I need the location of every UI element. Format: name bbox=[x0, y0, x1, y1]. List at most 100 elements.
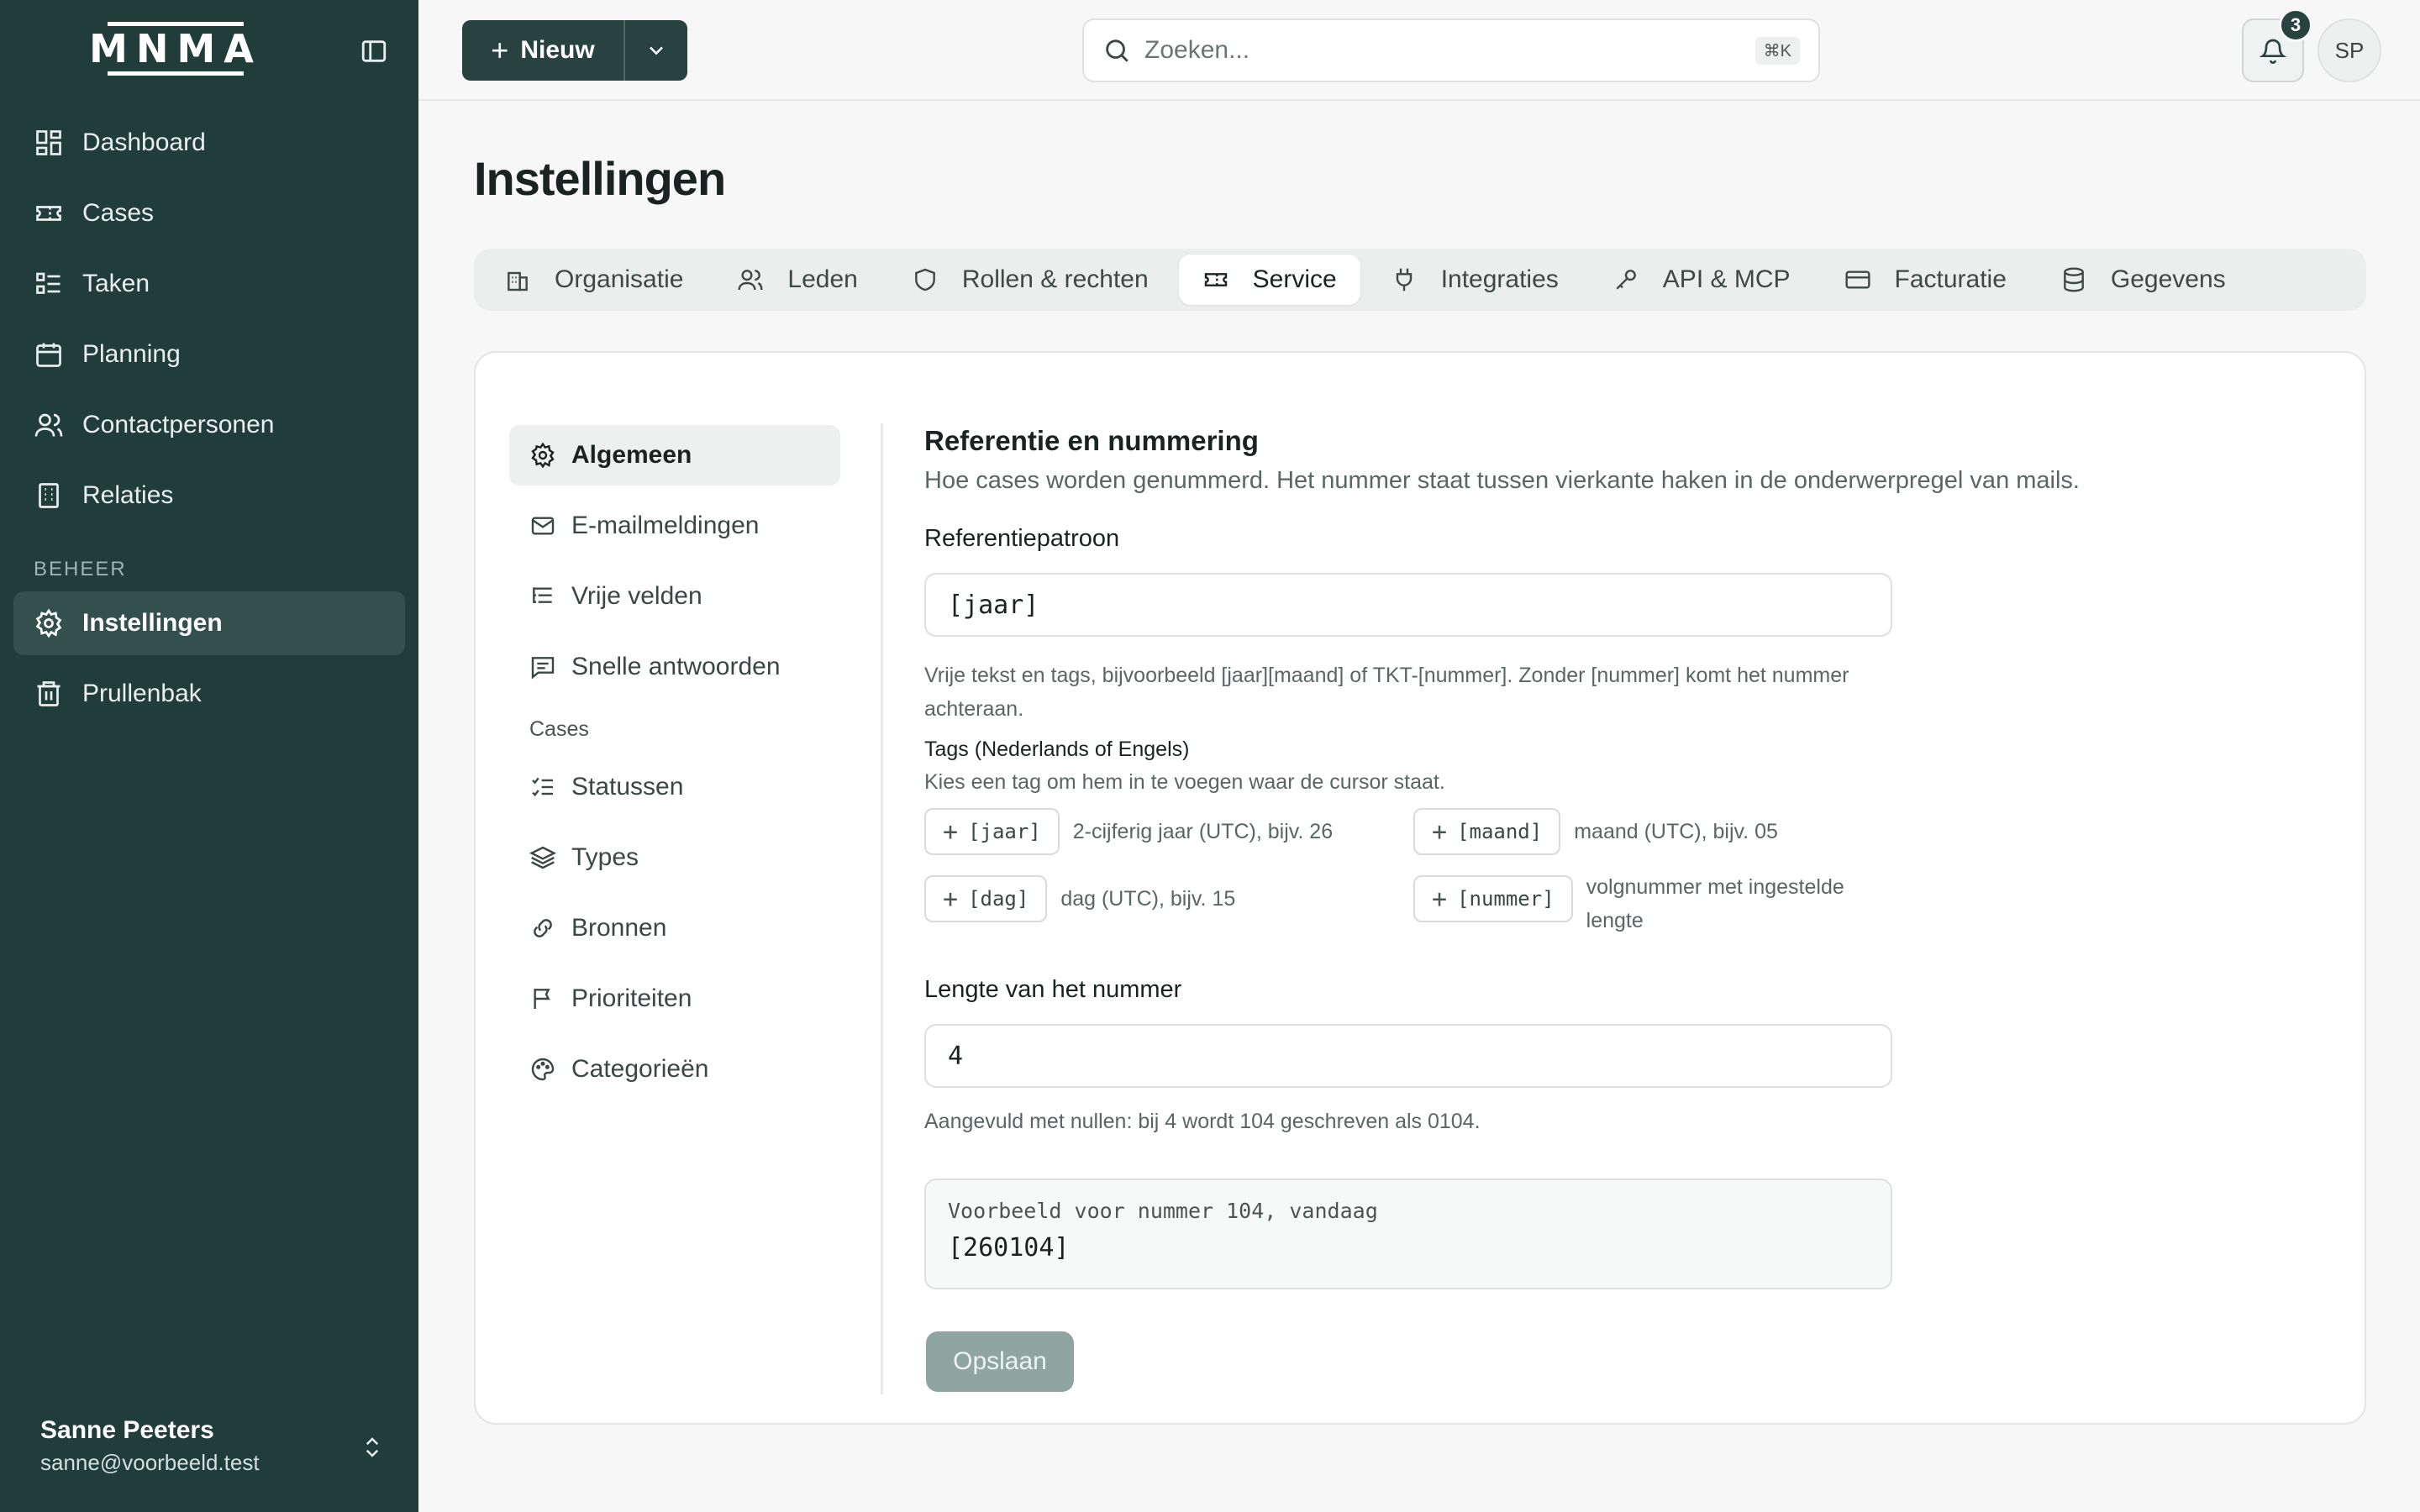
section-description: Hoe cases worden genummerd. Het nummer s… bbox=[924, 467, 2080, 494]
subnav-item-label: Snelle antwoorden bbox=[571, 653, 781, 680]
subnav-item-algemeen[interactable]: Algemeen bbox=[509, 425, 840, 486]
subnav-item-prioriteiten[interactable]: Prioriteiten bbox=[509, 969, 840, 1029]
subnav-item-bronnen[interactable]: Bronnen bbox=[509, 898, 840, 958]
tab-service[interactable]: Service bbox=[1178, 255, 1360, 305]
tab-label: Leden bbox=[787, 265, 858, 293]
avatar[interactable]: SP bbox=[2317, 18, 2381, 82]
insert-tag-dag-button[interactable]: + [dag] bbox=[924, 875, 1048, 922]
tab-leden[interactable]: Leden bbox=[713, 255, 881, 305]
subnav-item-label: Statussen bbox=[571, 773, 684, 801]
tasks-icon bbox=[36, 272, 60, 294]
building-icon bbox=[39, 483, 59, 508]
subnav-item-label: E-mailmeldingen bbox=[571, 512, 760, 539]
save-button[interactable]: Opslaan bbox=[926, 1331, 1074, 1392]
tab-integraties[interactable]: Integraties bbox=[1367, 255, 1582, 305]
sidebar-item-taken[interactable]: Taken bbox=[13, 252, 405, 316]
sidebar-toggle-icon bbox=[361, 40, 387, 62]
search-icon bbox=[1106, 39, 1128, 62]
sidebar-item-label: Contactpersonen bbox=[82, 411, 275, 438]
new-button-group: + Nieuw bbox=[462, 20, 687, 81]
users-icon bbox=[738, 270, 763, 291]
tag-label: [jaar] bbox=[968, 820, 1041, 843]
subnav-item-label: Types bbox=[571, 843, 639, 871]
subnav-item-categorieen[interactable]: Categorieën bbox=[509, 1039, 840, 1100]
subnav-item-label: Categorieën bbox=[571, 1055, 709, 1083]
subnav-item-e-mailmeldingen[interactable]: E-mailmeldingen bbox=[509, 496, 840, 556]
sidebar-item-label: Taken bbox=[82, 270, 150, 297]
settings-card: Algemeen E-mailmeldingen Vrije velden Sn… bbox=[474, 351, 2366, 1425]
search-bar[interactable]: ⌘K bbox=[1082, 18, 1820, 82]
trash-icon bbox=[37, 681, 60, 706]
tab-facturatie[interactable]: Facturatie bbox=[1821, 255, 2030, 305]
vertical-divider bbox=[881, 423, 883, 1394]
tab-rollen-rechten[interactable]: Rollen & rechten bbox=[888, 255, 1172, 305]
subnav-item-statussen[interactable]: Statussen bbox=[509, 757, 840, 817]
new-button[interactable]: + Nieuw bbox=[462, 20, 623, 81]
length-label: Lengte van het nummer bbox=[924, 976, 1182, 1003]
sidebar: MNMA Dashboard Cases Taken Planning Cont… bbox=[0, 0, 418, 1512]
tab-label: Rollen & rechten bbox=[961, 265, 1149, 293]
sidebar-item-instellingen[interactable]: Instellingen bbox=[13, 591, 405, 655]
sidebar-item-label: Prullenbak bbox=[82, 680, 202, 707]
search-input[interactable] bbox=[1144, 36, 1818, 65]
insert-tag-jaar-button[interactable]: + [jaar] bbox=[924, 808, 1060, 855]
tab-label: Organisatie bbox=[555, 265, 684, 293]
tab-label: Integraties bbox=[1440, 265, 1559, 293]
reference-preview: Voorbeeld voor nummer 104, vandaag [2601… bbox=[924, 1179, 1892, 1289]
sidebar-item-cases[interactable]: Cases bbox=[13, 181, 405, 245]
numbering-form: Referentie en nummering Hoe cases worden… bbox=[924, 425, 2336, 1392]
tab-api-mcp[interactable]: API & MCP bbox=[1589, 255, 1814, 305]
topbar: + Nieuw ⌘K 3 SP bbox=[418, 0, 2420, 101]
insert-tag-nummer-button[interactable]: + [nummer] bbox=[1413, 875, 1573, 922]
tab-label: Facturatie bbox=[1894, 265, 2007, 293]
tab-label: Service bbox=[1252, 265, 1337, 293]
sidebar-item-planning[interactable]: Planning bbox=[13, 323, 405, 386]
sidebar-item-label: Instellingen bbox=[82, 609, 223, 637]
tag-label: [nummer] bbox=[1457, 887, 1555, 911]
tab-gegevens[interactable]: Gegevens bbox=[2037, 255, 2249, 305]
sidebar-item-contactpersonen[interactable]: Contactpersonen bbox=[13, 393, 405, 457]
subnav-item-snelle-antwoorden[interactable]: Snelle antwoorden bbox=[509, 637, 840, 697]
tab-organisatie[interactable]: Organisatie bbox=[481, 255, 707, 305]
tags-title: Tags (Nederlands of Engels) bbox=[924, 738, 1190, 761]
notification-badge: 3 bbox=[2279, 8, 2312, 42]
subnav-item-label: Vrije velden bbox=[571, 582, 702, 610]
plus-icon: + bbox=[1432, 816, 1448, 847]
app-logo-text: MNMA bbox=[89, 26, 262, 71]
subnav-item-label: Prioriteiten bbox=[571, 984, 692, 1012]
new-dropdown-button[interactable] bbox=[623, 20, 687, 81]
app-logo[interactable]: MNMA bbox=[89, 18, 254, 79]
subnav-item-types[interactable]: Types bbox=[509, 827, 840, 888]
service-subnav: Algemeen E-mailmeldingen Vrije velden Sn… bbox=[509, 425, 840, 1110]
tag-description: maand (UTC), bijv. 05 bbox=[1574, 820, 1778, 843]
tab-label: API & MCP bbox=[1662, 265, 1791, 293]
length-help: Aangevuld met nullen: bij 4 wordt 104 ge… bbox=[924, 1110, 1481, 1133]
user-email: sanne@voorbeeld.test bbox=[40, 1450, 260, 1475]
insert-tag-maand-button[interactable]: + [maand] bbox=[1413, 808, 1561, 855]
user-menu[interactable]: Sanne Peeters sanne@voorbeeld.test bbox=[40, 1416, 385, 1476]
length-input[interactable]: 4 bbox=[924, 1024, 1892, 1088]
flag-icon bbox=[534, 989, 550, 1009]
sidebar-item-dashboard[interactable]: Dashboard bbox=[13, 111, 405, 175]
pattern-input[interactable]: [jaar] bbox=[924, 573, 1892, 637]
chevron-down-icon bbox=[650, 46, 663, 55]
tag-description: volgnummer met ingestelde lengte bbox=[1586, 875, 1844, 932]
key-icon bbox=[1616, 270, 1636, 290]
subnav-item-vrije-velden[interactable]: Vrije velden bbox=[509, 566, 840, 627]
sidebar-item-relaties[interactable]: Relaties bbox=[13, 464, 405, 528]
notifications-button[interactable]: 3 bbox=[2242, 8, 2312, 82]
search-shortcut: ⌘K bbox=[1754, 37, 1800, 65]
subnav-item-label: Algemeen bbox=[571, 441, 692, 469]
plus-icon: + bbox=[943, 884, 959, 914]
gear-icon bbox=[35, 608, 62, 638]
chevrons-up-down-icon bbox=[366, 1437, 379, 1457]
tags-hint: Kies een tag om hem in te voegen waar de… bbox=[924, 770, 1445, 794]
gear-icon bbox=[531, 442, 555, 469]
calendar-icon bbox=[36, 343, 61, 367]
ticket-icon bbox=[36, 206, 61, 221]
list-check-icon bbox=[532, 777, 553, 797]
sidebar-toggle-button[interactable] bbox=[360, 37, 388, 66]
sidebar-item-prullenbak[interactable]: Prullenbak bbox=[13, 662, 405, 726]
tag-label: [dag] bbox=[968, 887, 1029, 911]
tag-item: + [dag] dag (UTC), bijv. 15 bbox=[924, 875, 1235, 922]
